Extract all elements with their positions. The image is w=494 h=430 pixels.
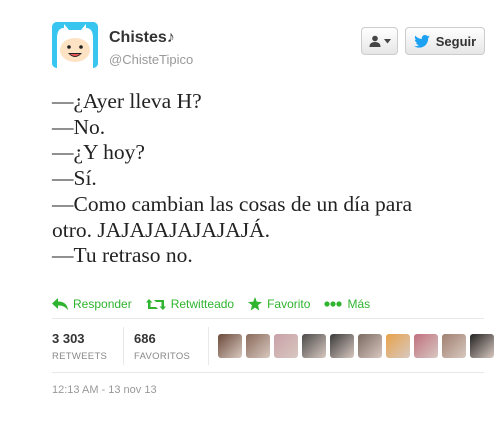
retweets-stat[interactable]: 3 303 RETWEETS (52, 331, 107, 362)
reply-icon (52, 298, 68, 310)
retweet-action[interactable]: Retwitteado (145, 297, 235, 311)
favorites-label: FAVORITOS (134, 351, 191, 362)
retweets-label: RETWEETS (52, 351, 108, 362)
favorites-stat[interactable]: 686 FAVORITOS (134, 331, 190, 362)
finn-avatar-icon (52, 22, 98, 68)
divider (52, 318, 484, 319)
author-name[interactable]: Chistes♪ (109, 29, 175, 47)
favorite-action[interactable]: Favorito (248, 297, 310, 311)
favoriter-avatar[interactable] (414, 334, 438, 358)
tweet-timestamp[interactable]: 12:13 AM - 13 nov 13 (52, 384, 157, 396)
more-label: Más (347, 297, 371, 311)
user-icon (369, 35, 380, 47)
favorites-count: 686 (134, 331, 156, 346)
reply-action[interactable]: Responder (52, 297, 132, 311)
favoriter-avatar[interactable] (330, 334, 354, 358)
favoriter-avatars (218, 334, 494, 358)
favorite-label: Favorito (267, 297, 311, 311)
tweet-line: —Sí. (52, 166, 97, 191)
tweet-line: —¿Ayer lleva H? (52, 89, 202, 113)
follow-button-label: Seguir (435, 33, 477, 49)
divider (208, 327, 209, 365)
favoriter-avatar[interactable] (302, 334, 326, 358)
tweet-line: —Como cambian las cosas de un día para (52, 191, 413, 216)
tweet-text: —¿Ayer lleva H? —No. —¿Y hoy? —Sí. —Como… (52, 89, 482, 269)
follow-button[interactable]: Seguir (405, 27, 485, 55)
favoriter-avatar[interactable] (246, 334, 270, 358)
twitter-bird-icon (413, 34, 430, 48)
tweet-card: Chistes♪ @ChisteTipico Seguir —¿Ayer lle… (0, 0, 494, 430)
favoriter-avatar[interactable] (386, 334, 410, 358)
retweet-icon (145, 298, 166, 310)
tweet-line: —¿Y hoy? (52, 140, 145, 165)
divider (123, 327, 124, 365)
reply-label: Responder (73, 297, 132, 311)
more-action[interactable]: Más (324, 297, 370, 311)
favoriter-avatar[interactable] (442, 334, 466, 358)
favoriter-avatar[interactable] (470, 334, 494, 358)
tweet-line: —Tu retraso no. (52, 243, 193, 268)
favoriter-avatar[interactable] (274, 334, 298, 358)
caret-down-icon (383, 38, 391, 43)
more-dots-icon (324, 301, 343, 307)
author-handle[interactable]: @ChisteTipico (109, 52, 193, 67)
tweet-actions: Responder Retwitteado Favorito Más (52, 295, 384, 313)
tweet-line: otro. JAJAJAJAJAJAJÁ. (52, 217, 271, 242)
favoriter-avatar[interactable] (358, 334, 382, 358)
retweet-label: Retwitteado (170, 297, 235, 311)
divider (52, 372, 484, 373)
favoriter-avatar[interactable] (218, 334, 242, 358)
user-actions-dropdown[interactable] (361, 27, 398, 55)
retweets-count: 3 303 (52, 331, 85, 346)
tweet-line: —No. (52, 114, 106, 139)
author-avatar[interactable] (52, 22, 98, 68)
star-icon (248, 297, 263, 311)
